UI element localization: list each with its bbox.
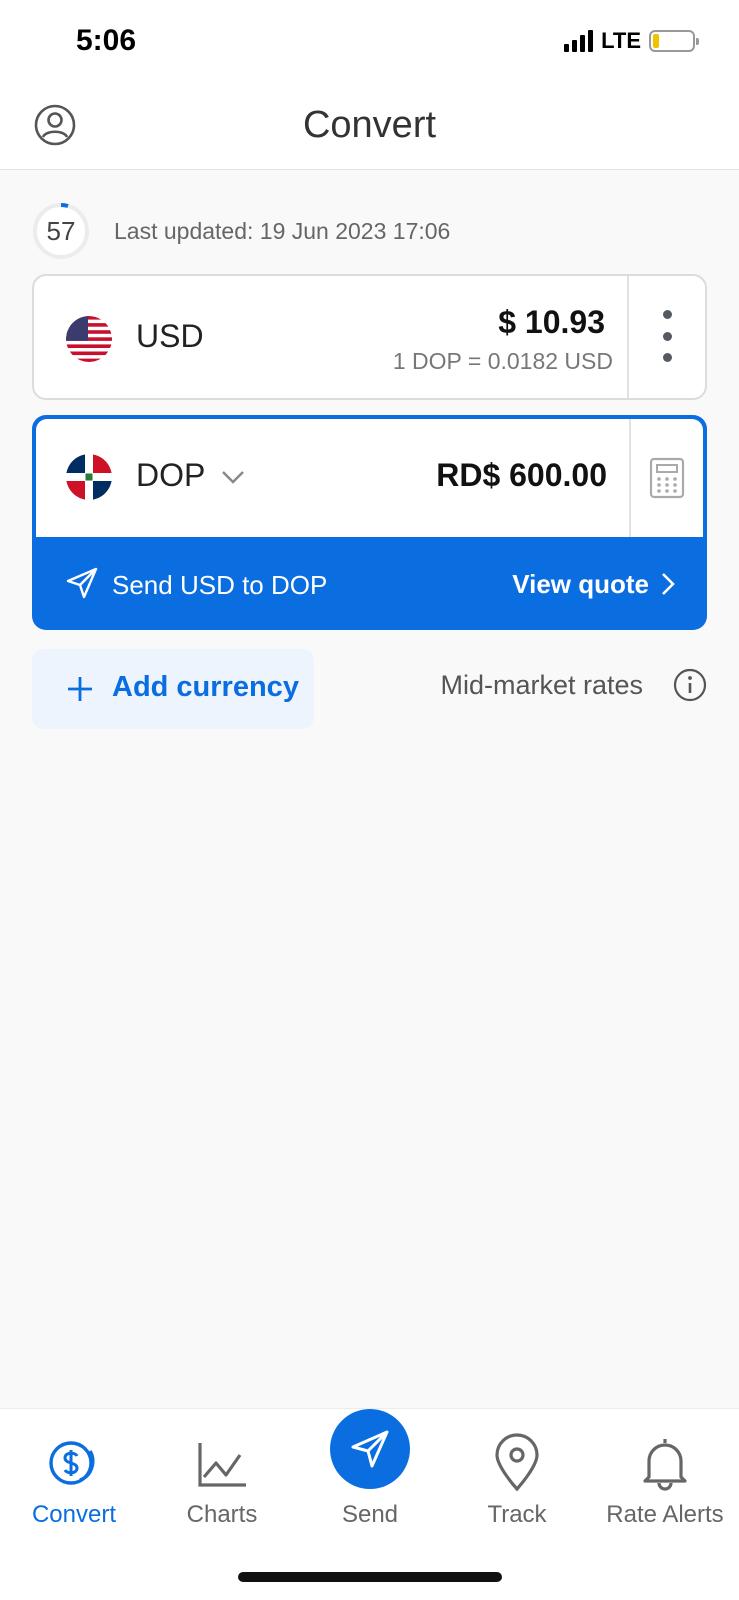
- nav-label-track: Track: [487, 1501, 547, 1528]
- info-icon[interactable]: [673, 668, 707, 702]
- us-flag-icon: [66, 316, 112, 362]
- nav-label-rate-alerts: Rate Alerts: [606, 1501, 724, 1528]
- nav-item-charts[interactable]: Charts: [148, 1409, 296, 1549]
- signal-icon: [564, 30, 594, 52]
- status-time: 5:06: [76, 24, 137, 57]
- mid-market-rates-label[interactable]: Mid-market rates: [440, 670, 643, 701]
- card-divider: [627, 276, 629, 398]
- target-currency-code: DOP: [136, 457, 206, 493]
- nav-item-convert[interactable]: Convert: [0, 1409, 148, 1549]
- chevron-down-icon[interactable]: [220, 463, 246, 489]
- nav-label-convert: Convert: [31, 1501, 117, 1528]
- plus-icon: [68, 677, 92, 701]
- chart-line-icon: [198, 1443, 246, 1487]
- more-options-icon[interactable]: [657, 310, 677, 362]
- refresh-timer: 57: [32, 202, 90, 260]
- add-currency-label: Add currency: [112, 671, 299, 703]
- nav-item-rate-alerts[interactable]: Rate Alerts: [591, 1409, 739, 1549]
- dominican-republic-flag-icon: [66, 454, 112, 500]
- paper-plane-icon: [66, 567, 98, 599]
- nav-label-send: Send: [341, 1501, 399, 1528]
- card-divider: [629, 419, 631, 537]
- nav-item-track[interactable]: Track: [443, 1409, 591, 1549]
- location-pin-icon: [495, 1433, 539, 1492]
- target-currency-card: DOP RD$ 600.00 Send USD to DOP View quot…: [32, 415, 707, 630]
- paper-plane-icon: [351, 1430, 389, 1468]
- base-currency-code: USD: [136, 318, 204, 354]
- send-money-row[interactable]: Send USD to DOP View quote: [32, 537, 707, 630]
- send-label: Send USD to DOP: [112, 570, 328, 600]
- exchange-rate-text: 1 DOP = 0.0182 USD: [392, 348, 613, 374]
- chevron-right-icon: [662, 573, 675, 595]
- base-currency-amount[interactable]: $ 10.93: [498, 304, 605, 341]
- app-header: Convert: [0, 84, 739, 170]
- status-indicators: LTE: [564, 28, 699, 54]
- base-currency-card[interactable]: USD $ 10.93 1 DOP = 0.0182 USD: [32, 274, 707, 400]
- status-bar: 5:06 LTE: [0, 0, 739, 84]
- page-title: Convert: [302, 104, 437, 146]
- view-quote-link[interactable]: View quote: [512, 569, 649, 600]
- calculator-icon[interactable]: [649, 457, 685, 499]
- target-currency-row[interactable]: DOP RD$ 600.00: [36, 419, 703, 537]
- home-indicator[interactable]: [238, 1572, 502, 1582]
- last-updated-text: Last updated: 19 Jun 2023 17:06: [114, 218, 451, 244]
- send-circle: [330, 1409, 410, 1489]
- nav-label-charts: Charts: [186, 1501, 258, 1528]
- network-type: LTE: [601, 28, 641, 53]
- target-currency-amount[interactable]: RD$ 600.00: [436, 457, 607, 494]
- nav-item-send[interactable]: Send: [296, 1409, 444, 1549]
- add-currency-button[interactable]: Add currency: [32, 649, 314, 729]
- bell-icon: [643, 1439, 687, 1491]
- battery-icon: [649, 30, 699, 52]
- dollar-coin-icon: [49, 1441, 95, 1485]
- timer-seconds: 57: [46, 216, 76, 246]
